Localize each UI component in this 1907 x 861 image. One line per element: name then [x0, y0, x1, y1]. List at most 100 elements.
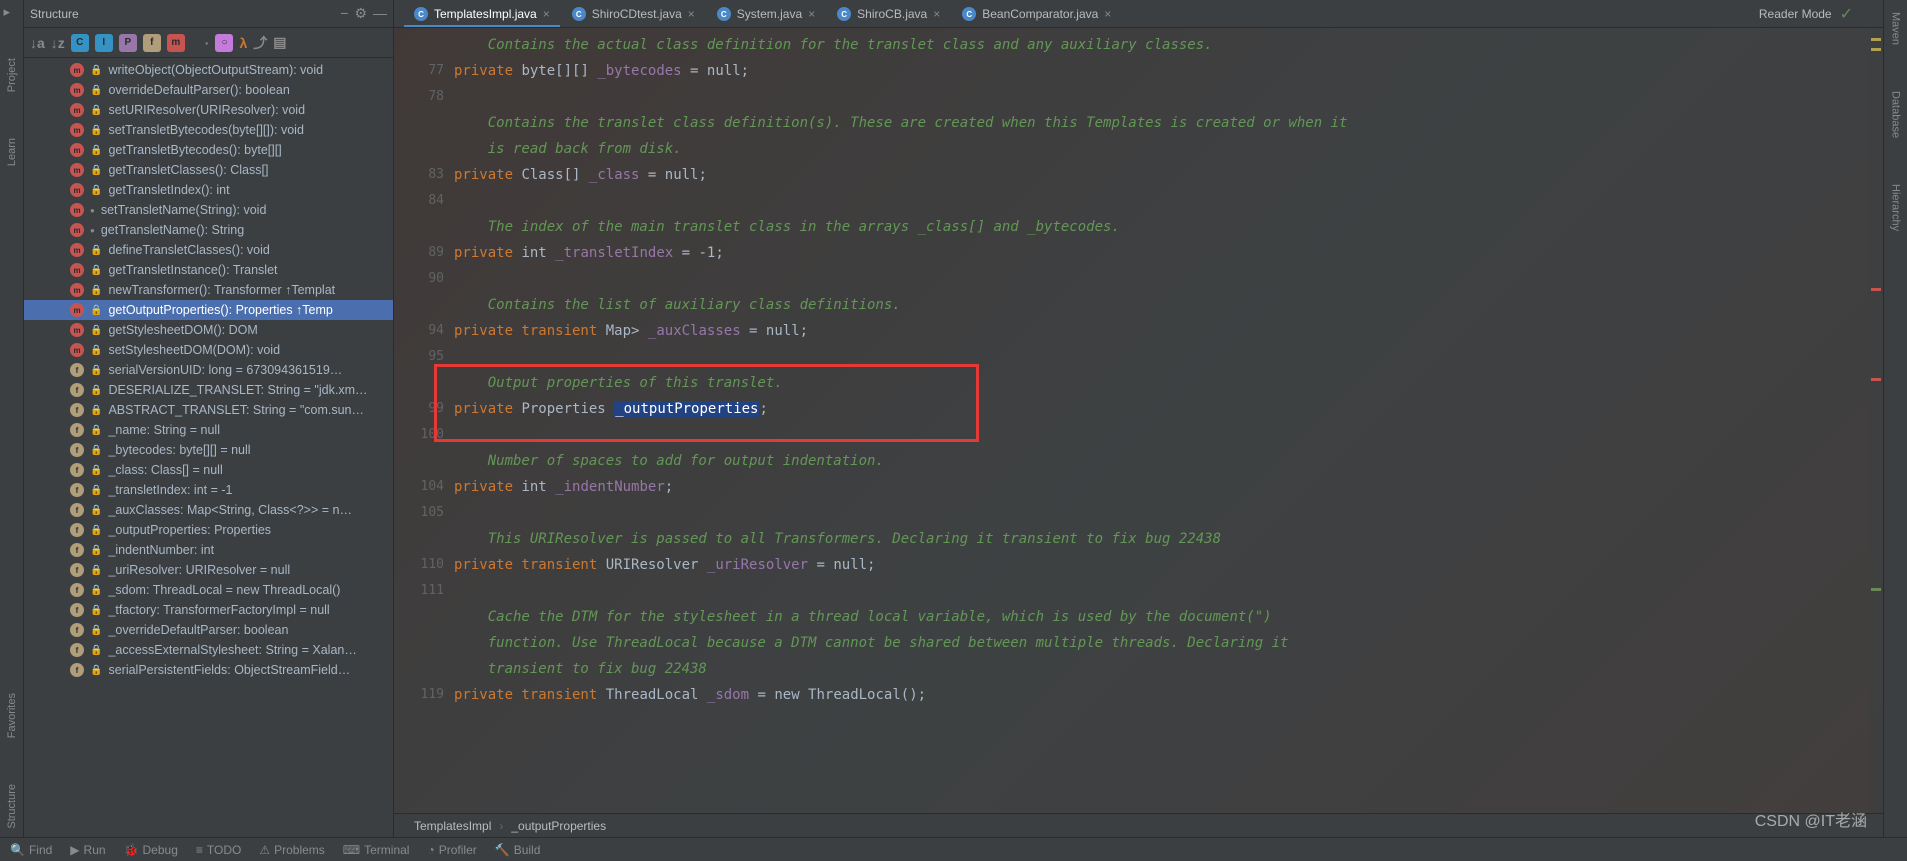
structure-item[interactable]: m🔒getTransletClasses(): Class[] [24, 160, 393, 180]
filter-lambda-icon[interactable]: λ [239, 34, 247, 52]
code-line[interactable]: Number of spaces to add for output inden… [454, 448, 1883, 474]
todo-tool[interactable]: ≡ TODO [196, 843, 241, 857]
code-line[interactable]: private byte[][] _bytecodes = null; [454, 58, 1883, 84]
structure-item[interactable]: m🔒defineTransletClasses(): void [24, 240, 393, 260]
structure-item[interactable]: f🔒_name: String = null [24, 420, 393, 440]
close-icon[interactable]: × [808, 7, 815, 21]
structure-item[interactable]: m🔒getTransletBytecodes(): byte[][] [24, 140, 393, 160]
gear-icon[interactable]: ⚙ [354, 5, 367, 22]
structure-item[interactable]: f🔒_auxClasses: Map<String, Class<?>> = n… [24, 500, 393, 520]
code-line[interactable]: transient to fix bug 22438 [454, 656, 1883, 682]
code-line[interactable] [454, 84, 1883, 110]
breadcrumb-member[interactable]: _outputProperties [511, 819, 606, 833]
structure-item[interactable]: f🔒_bytecodes: byte[][] = null [24, 440, 393, 460]
collapse-icon[interactable]: − [340, 5, 348, 22]
sort-alpha-icon[interactable]: ↓a [30, 34, 45, 52]
code-editor[interactable]: 777883848990949599100104105110111119 Con… [394, 28, 1883, 813]
structure-item[interactable]: m🔒setStylesheetDOM(DOM): void [24, 340, 393, 360]
code-line[interactable]: private transient Map> _auxClasses = nul… [454, 318, 1883, 344]
structure-item[interactable]: m●getTransletName(): String [24, 220, 393, 240]
reader-mode-indicator[interactable]: Reader Mode ✓ [1759, 4, 1853, 24]
structure-item[interactable]: m🔒getTransletInstance(): Translet [24, 260, 393, 280]
code-line[interactable] [454, 188, 1883, 214]
close-icon[interactable]: × [543, 7, 550, 21]
learn-tab[interactable]: Learn [4, 130, 20, 174]
editor-tab[interactable]: CShiroCDtest.java× [562, 3, 705, 27]
code-line[interactable]: private int _indentNumber; [454, 474, 1883, 500]
close-icon[interactable]: × [1104, 7, 1111, 21]
structure-item[interactable]: f🔒_tfactory: TransformerFactoryImpl = nu… [24, 600, 393, 620]
structure-item[interactable]: f🔒_accessExternalStylesheet: String = Xa… [24, 640, 393, 660]
profiler-tool[interactable]: ◔ Profiler [427, 843, 476, 857]
structure-item[interactable]: m🔒newTransformer(): Transformer ↑Templat [24, 280, 393, 300]
code-line[interactable]: The index of the main translet class in … [454, 214, 1883, 240]
structure-item[interactable]: m🔒getTransletIndex(): int [24, 180, 393, 200]
code-line[interactable]: Contains the list of auxiliary class def… [454, 292, 1883, 318]
code-line[interactable]: private Class[] _class = null; [454, 162, 1883, 188]
terminal-tool[interactable]: ⌨ Terminal [343, 843, 410, 857]
code-line[interactable] [454, 578, 1883, 604]
close-icon[interactable]: × [933, 7, 940, 21]
structure-item[interactable]: f🔒_outputProperties: Properties [24, 520, 393, 540]
editor-tab[interactable]: CTemplatesImpl.java× [404, 3, 560, 27]
filter-interface-icon[interactable]: I [95, 34, 113, 52]
structure-tree[interactable]: m🔒writeObject(ObjectOutputStream): voidm… [24, 58, 393, 837]
filter-dot-icon[interactable]: · [205, 34, 210, 52]
structure-item[interactable]: f🔒serialVersionUID: long = 673094361519… [24, 360, 393, 380]
expand-icon[interactable]: ⤴ [253, 34, 267, 52]
structure-item[interactable]: f🔒_sdom: ThreadLocal = new ThreadLocal() [24, 580, 393, 600]
project-tab[interactable]: Project [4, 50, 20, 100]
structure-item[interactable]: m🔒setURIResolver(URIResolver): void [24, 100, 393, 120]
code-line[interactable]: This URIResolver is passed to all Transf… [454, 526, 1883, 552]
hide-icon[interactable]: — [373, 5, 387, 22]
code-line[interactable] [454, 266, 1883, 292]
code-line[interactable]: Output properties of this translet. [454, 370, 1883, 396]
code-line[interactable]: private transient URIResolver _uriResolv… [454, 552, 1883, 578]
view-icon[interactable]: ▤ [273, 34, 286, 52]
filter-circle-icon[interactable]: ○ [215, 34, 233, 52]
project-icon[interactable]: ▸ [4, 4, 20, 20]
close-icon[interactable]: × [688, 7, 695, 21]
structure-tab[interactable]: Structure [4, 776, 20, 837]
run-tool[interactable]: ▶ Run [70, 843, 105, 857]
structure-item[interactable]: m🔒setTransletBytecodes(byte[][]): void [24, 120, 393, 140]
structure-item[interactable]: f🔒_uriResolver: URIResolver = null [24, 560, 393, 580]
structure-item[interactable]: f🔒_overrideDefaultParser: boolean [24, 620, 393, 640]
breadcrumb[interactable]: TemplatesImpl › _outputProperties [394, 813, 1883, 837]
minimap[interactable] [1869, 28, 1883, 813]
code-line[interactable]: Contains the actual class definition for… [454, 32, 1883, 58]
code-line[interactable]: Contains the translet class definition(s… [454, 110, 1883, 136]
sort-za-icon[interactable]: ↓z [51, 34, 65, 52]
database-tab[interactable]: Database [1888, 83, 1904, 146]
code-line[interactable]: private transient ThreadLocal _sdom = ne… [454, 682, 1883, 708]
find-tool[interactable]: 🔍 Find [10, 843, 52, 857]
build-tool[interactable]: 🔨 Build [495, 843, 541, 857]
code-line[interactable] [454, 500, 1883, 526]
structure-item[interactable]: m🔒overrideDefaultParser(): boolean [24, 80, 393, 100]
structure-item[interactable]: m●setTransletName(String): void [24, 200, 393, 220]
code-line[interactable]: function. Use ThreadLocal because a DTM … [454, 630, 1883, 656]
favorites-tab[interactable]: Favorites [4, 685, 20, 746]
filter-property-icon[interactable]: P [119, 34, 137, 52]
editor-tab[interactable]: CBeanComparator.java× [952, 3, 1121, 27]
maven-tab[interactable]: Maven [1888, 4, 1904, 53]
problems-tool[interactable]: ⚠ Problems [259, 843, 324, 857]
structure-item[interactable]: m🔒getStylesheetDOM(): DOM [24, 320, 393, 340]
code-line[interactable]: private Properties _outputProperties; [454, 396, 1883, 422]
hierarchy-tab[interactable]: Hierarchy [1888, 176, 1904, 239]
code-line[interactable]: Cache the DTM for the stylesheet in a th… [454, 604, 1883, 630]
code-body[interactable]: Contains the actual class definition for… [454, 28, 1883, 813]
structure-item[interactable]: f🔒_class: Class[] = null [24, 460, 393, 480]
editor-tab[interactable]: CSystem.java× [707, 3, 825, 27]
structure-item[interactable]: f🔒serialPersistentFields: ObjectStreamFi… [24, 660, 393, 680]
code-line[interactable]: private int _transletIndex = -1; [454, 240, 1883, 266]
structure-item[interactable]: f🔒ABSTRACT_TRANSLET: String = "com.sun… [24, 400, 393, 420]
structure-item[interactable]: f🔒DESERIALIZE_TRANSLET: String = "jdk.xm… [24, 380, 393, 400]
debug-tool[interactable]: 🐞 Debug [124, 843, 178, 857]
code-line[interactable] [454, 422, 1883, 448]
filter-method-icon[interactable]: m [167, 34, 185, 52]
filter-class-icon[interactable]: C [71, 34, 89, 52]
code-line[interactable]: is read back from disk. [454, 136, 1883, 162]
structure-item[interactable]: f🔒_indentNumber: int [24, 540, 393, 560]
filter-field-icon[interactable]: f [143, 34, 161, 52]
